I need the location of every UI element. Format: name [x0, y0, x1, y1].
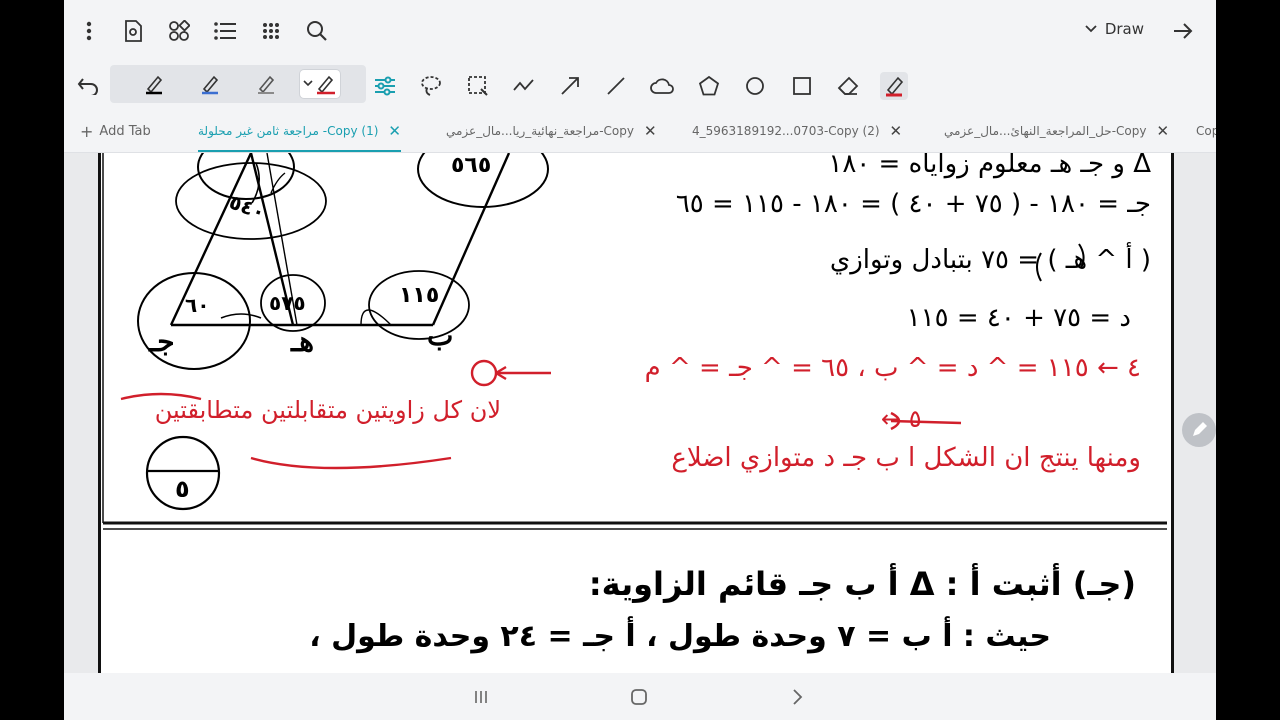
- tab-4[interactable]: Cop: [1196, 110, 1216, 152]
- pen-gray-icon[interactable]: [248, 70, 284, 98]
- handwriting-line-2: جـ = ١٨٠ - ( ٧٥ + ٤٠ ) = ١٨٠ - ١١٥ = ٦٥: [675, 189, 1151, 219]
- angle-label-75: ٥٧٥: [269, 291, 306, 315]
- highlighter-icon[interactable]: [880, 72, 908, 100]
- tab-0[interactable]: مراجعة ثامن غير محلولة -Copy (1) ✕: [198, 110, 401, 152]
- handwriting-line-1: Δ و جـ هـ معلوم زواياه = ١٨٠: [828, 153, 1151, 179]
- recents-icon[interactable]: [466, 683, 496, 711]
- cloud-icon[interactable]: [648, 72, 676, 100]
- line-icon[interactable]: [602, 72, 630, 100]
- list-icon[interactable]: [212, 18, 238, 44]
- close-icon[interactable]: ✕: [644, 122, 657, 140]
- system-nav-bar: [64, 673, 1216, 720]
- circle-icon[interactable]: [741, 72, 769, 100]
- red-line-1: ٤ ← ١١٥ = ^ د = ^ ب ، ٦٥ = ^ جـ = ^ م: [644, 353, 1141, 383]
- close-icon[interactable]: ✕: [890, 122, 903, 140]
- freehand-line-icon[interactable]: [510, 72, 538, 100]
- shapes-icon[interactable]: [166, 18, 192, 44]
- parallelogram-figure: [137, 153, 549, 370]
- score-value: ٥: [175, 475, 190, 503]
- pentagon-icon[interactable]: [695, 72, 723, 100]
- tab-label: Cop: [1196, 124, 1216, 138]
- vertex-label-b: ب: [427, 319, 454, 352]
- red-line-2: ٥ ←: [881, 405, 922, 433]
- close-icon[interactable]: ✕: [388, 122, 401, 140]
- angle-label-565: ٥٦٥: [451, 153, 492, 178]
- add-tab-button[interactable]: + Add Tab: [80, 122, 151, 141]
- settings-doc-icon[interactable]: [120, 18, 146, 44]
- red-line-3: ومنها ينتج ان الشكل ا ب جـ د متوازي اضلا…: [671, 443, 1141, 473]
- tab-label: حل_المراجعة_النهائ...مال_عزمي-Copy: [944, 124, 1147, 138]
- document-viewport[interactable]: جـ هـ ب ٥٦٥ ٥٤٠ ٥٧٥ ١١٥ ٦٠ Δ و جـ هـ معل…: [64, 153, 1216, 673]
- question-line-1: (جـ) أثبت أ : Δ أ ب جـ قائم الزاوية:: [588, 565, 1136, 603]
- add-tab-label: Add Tab: [99, 124, 151, 139]
- more-vert-icon[interactable]: [76, 18, 102, 44]
- top-bar: Draw: [64, 0, 1216, 62]
- vertex-label-h: هـ: [291, 325, 314, 358]
- square-icon[interactable]: [788, 72, 816, 100]
- tab-2[interactable]: 4_5963189192...0703-Copy (2) ✕: [692, 110, 902, 152]
- edit-pen-icon[interactable]: [1182, 413, 1216, 447]
- document-tabs: + Add Tab مراجعة ثامن غير محلولة -Copy (…: [64, 110, 1216, 153]
- vertex-label-j: جـ: [149, 325, 175, 358]
- tab-label: مراجعة ثامن غير محلولة -Copy (1): [198, 124, 379, 138]
- lasso-icon[interactable]: [417, 72, 445, 100]
- pen-red-icon[interactable]: [300, 70, 340, 98]
- annotation-toolbar: [64, 62, 1216, 108]
- sliders-icon[interactable]: [371, 72, 399, 100]
- grid-icon[interactable]: [258, 18, 284, 44]
- eraser-icon[interactable]: [834, 72, 862, 100]
- pen-black-icon[interactable]: [136, 70, 172, 98]
- close-icon[interactable]: ✕: [1156, 122, 1169, 140]
- chevron-down-icon: [1085, 25, 1097, 33]
- handwriting-line-4: د = ٧٥ + ٤٠ = ١١٥: [906, 303, 1131, 333]
- tab-label: 4_5963189192...0703-Copy (2): [692, 124, 880, 138]
- pdf-annotator-app: Draw + Add Tab مراجعة ثامن غير محلولة -C…: [64, 0, 1216, 720]
- plus-icon: +: [80, 122, 94, 141]
- draw-mode-dropdown[interactable]: Draw: [1085, 20, 1144, 38]
- pen-group: [110, 65, 366, 103]
- tab-1[interactable]: مراجعة_نهائية_ريا...مال_عزمي-Copy ✕: [446, 110, 657, 152]
- pdf-page[interactable]: جـ هـ ب ٥٦٥ ٥٤٠ ٥٧٥ ١١٥ ٦٠ Δ و جـ هـ معل…: [98, 153, 1174, 673]
- pen-blue-icon[interactable]: [192, 70, 228, 98]
- home-icon[interactable]: [624, 683, 654, 711]
- angle-label-115: ١١٥: [399, 283, 440, 308]
- select-rect-icon[interactable]: [464, 72, 492, 100]
- tab-label: مراجعة_نهائية_ريا...مال_عزمي-Copy: [446, 124, 634, 138]
- question-line-2: حيث : أ ب = ٧ وحدة طول ، أ جـ = ٢٤ وحدة …: [309, 619, 1051, 654]
- red-line-4: لان كل زاويتين متقابلتين متطابقتين: [154, 396, 501, 424]
- arrow-right-icon[interactable]: [1170, 18, 1196, 44]
- back-icon[interactable]: [782, 683, 812, 711]
- handwriting-line-3: ( أ ^ هـ ) = ٧٥ بتبادل وتوازي: [829, 245, 1151, 275]
- tab-3[interactable]: حل_المراجعة_النهائ...مال_عزمي-Copy ✕: [944, 110, 1169, 152]
- undo-icon[interactable]: [74, 72, 102, 100]
- search-icon[interactable]: [304, 18, 330, 44]
- angle-label-60: ٦٠: [185, 293, 210, 317]
- draw-mode-label: Draw: [1104, 20, 1144, 38]
- arrow-icon[interactable]: [556, 72, 584, 100]
